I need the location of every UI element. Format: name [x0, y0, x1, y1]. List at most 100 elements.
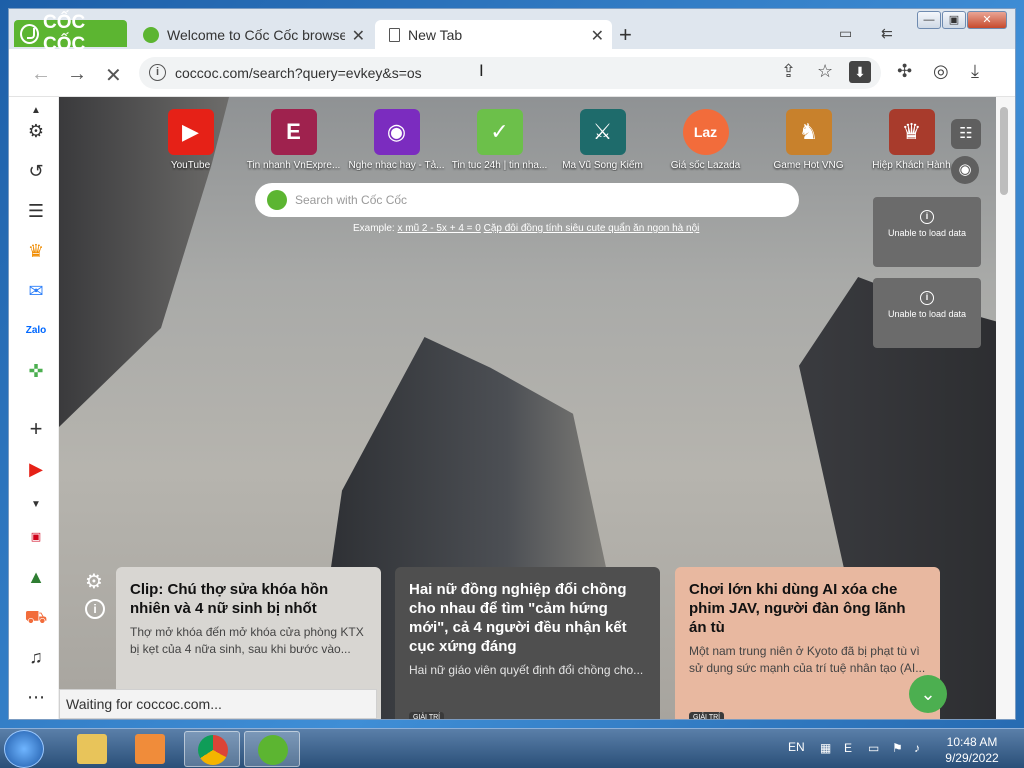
back-button[interactable]: ← — [31, 63, 51, 86]
tray-evkey-icon[interactable]: E — [844, 741, 858, 755]
sidebar: ▲ ⚙ ↺ ☰ ♛ ✉ Zalo ✜ + ▶ ▼ ▣ ▲ ⛟ ♫ ⋯ — [9, 97, 59, 719]
tray-volume-icon[interactable]: ♪ — [914, 741, 928, 755]
tab-welcome[interactable]: Welcome to Cốc Cốc browse ✕ — [133, 20, 373, 49]
taskbar-explorer[interactable] — [64, 731, 120, 767]
customize-sliders-icon[interactable]: ☷ — [951, 119, 981, 149]
account-icon[interactable]: ◉ — [951, 156, 979, 184]
quick-link-ma-vu[interactable]: ⚔ Ma Vũ Song Kiếm — [551, 109, 654, 171]
news-title[interactable]: Hai nữ đồng nghiệp đổi chồng cho nhau để… — [409, 580, 646, 656]
system-clock[interactable]: 10:48 AM 9/29/2022 — [940, 734, 1004, 766]
extensions-icon[interactable]: ✣ — [897, 61, 912, 82]
news-card[interactable]: Chơi lớn khi dùng AI xóa che phim JAV, n… — [675, 567, 940, 719]
news-description: Hai nữ giáo viên quyết định đổi chồng ch… — [409, 663, 644, 677]
taskbar-media-player[interactable] — [122, 731, 178, 767]
widget-unavailable: i Unable to load data — [873, 197, 981, 267]
clock-time: 10:48 AM — [946, 735, 998, 749]
taskbar-chrome[interactable] — [184, 731, 240, 767]
search-examples: Example: x mũ 2 - 5x + 4 = 0 Cặp đôi đồn… — [353, 223, 699, 234]
share-icon[interactable]: ⇪ — [781, 61, 796, 82]
text-cursor-icon: I — [479, 61, 484, 80]
tab-title: Welcome to Cốc Cốc browse — [167, 26, 345, 43]
site-info-icon[interactable]: i — [149, 64, 166, 81]
news-settings-gear-icon[interactable]: ⚙ — [85, 569, 103, 594]
quick-link-music[interactable]: ◉ Nghe nhạc hay - Tả... — [345, 109, 448, 171]
youtube-icon[interactable]: ▶ — [24, 457, 48, 481]
taskbar-coccoc[interactable] — [244, 731, 300, 767]
sidebar-toggle-icon[interactable]: ⇇ — [881, 25, 893, 42]
history-icon[interactable]: ↺ — [24, 159, 48, 183]
quick-link-youtube[interactable]: ▶ YouTube — [139, 109, 242, 171]
chevron-down-icon[interactable]: ▼ — [24, 493, 48, 517]
quick-links: ▶ YouTube E Tin nhanh VnExpre... ◉ Nghe nhạ… — [139, 109, 963, 171]
cast-icon[interactable]: ▭ — [839, 25, 852, 42]
tray-display-icon[interactable]: ▭ — [868, 741, 882, 755]
language-indicator[interactable]: EN — [788, 740, 805, 754]
game-sword-icon: ⚔ — [579, 109, 626, 155]
address-text[interactable]: coccoc.com/search?query=evkey&s=os — [175, 65, 422, 81]
tab-close-icon[interactable]: ✕ — [591, 26, 604, 46]
downloads-icon[interactable]: ⤓ — [971, 61, 979, 82]
chrome-icon — [198, 735, 228, 765]
category-chip: GIẢI TRÍ — [689, 712, 725, 719]
vnexpress-icon: E — [270, 109, 317, 155]
page-icon — [389, 27, 400, 42]
zalo-icon[interactable]: Zalo — [24, 319, 48, 343]
shopee-icon[interactable]: ▣ — [24, 525, 48, 549]
address-bar[interactable]: i coccoc.com/search?query=evkey&s=os I — [139, 57, 881, 89]
more-icon[interactable]: ⋯ — [24, 685, 48, 709]
example-link[interactable]: x mũ 2 - 5x + 4 = 0 — [397, 223, 480, 234]
new-tab-page: ▶ YouTube E Tin nhanh VnExpre... ◉ Nghe nhạ… — [59, 97, 996, 719]
example-link[interactable]: Cặp đôi đồng tính siêu cute quẩn ăn ngon… — [484, 223, 700, 234]
add-shortcut-icon[interactable]: + — [24, 417, 48, 441]
crown-icon[interactable]: ♛ — [24, 239, 48, 263]
gamepad-icon[interactable]: ✜ — [24, 359, 48, 383]
news-info-icon[interactable]: i — [85, 599, 105, 619]
quick-link-hiep-khach[interactable]: ♛ Hiệp Khách Hành — [860, 109, 963, 171]
tray-flag-icon[interactable]: ⚑ — [892, 741, 906, 755]
quick-link-vng[interactable]: ♞ Game Hot VNG — [757, 109, 860, 171]
status-bubble: Waiting for coccoc.com... — [59, 689, 377, 719]
coccoc-icon — [258, 735, 288, 765]
stop-loading-button[interactable]: ✕ — [105, 63, 122, 88]
widget-message: Unable to load data — [887, 309, 967, 319]
widget-unavailable: i Unable to load data — [873, 278, 981, 348]
tin-tuc-icon: ✓ — [476, 109, 523, 155]
news-title[interactable]: Chơi lớn khi dùng AI xóa che phim JAV, n… — [689, 580, 926, 637]
tray-network-icon[interactable]: ▦ — [820, 741, 834, 755]
bookmark-star-icon[interactable]: ☆ — [817, 61, 833, 82]
new-tab-button[interactable]: + — [619, 22, 632, 48]
tab-new-tab[interactable]: New Tab ✕ — [375, 20, 612, 49]
tab-close-icon[interactable]: ✕ — [352, 26, 365, 46]
quick-link-label: Hiệp Khách Hành — [872, 160, 951, 171]
quick-link-vnexpress[interactable]: E Tin nhanh VnExpre... — [242, 109, 345, 171]
education-cap-icon[interactable]: ▲ — [24, 565, 48, 589]
minimize-button[interactable]: — — [917, 11, 941, 29]
quick-link-label: YouTube — [170, 160, 211, 171]
news-title[interactable]: Clip: Chú thợ sửa khóa hồn nhiên và 4 nữ… — [130, 580, 367, 618]
close-window-button[interactable]: ✕ — [967, 11, 1007, 29]
forward-button[interactable]: → — [67, 63, 87, 86]
example-label: Example: — [353, 223, 395, 234]
profile-icon[interactable]: ◎ — [933, 61, 949, 82]
maximize-button[interactable]: ▣ — [942, 11, 966, 29]
settings-gear-icon[interactable]: ⚙ — [24, 119, 48, 143]
quick-link-tin-tuc[interactable]: ✓ Tin tuc 24h | tin nha... — [448, 109, 551, 171]
start-button[interactable] — [4, 730, 44, 768]
scrollbar-thumb[interactable] — [1000, 107, 1008, 195]
lazada-icon: Laz — [682, 109, 729, 155]
coccoc-logo[interactable]: CỐC CỐC — [14, 12, 127, 55]
quick-link-lazada[interactable]: Laz Giá sốc Lazada — [654, 109, 757, 171]
vertical-scrollbar[interactable] — [996, 97, 1015, 719]
quick-link-label: Nghe nhạc hay - Tả... — [348, 160, 445, 171]
reading-list-icon[interactable]: ☰ — [24, 199, 48, 223]
search-box[interactable]: Search with Cốc Cốc — [255, 183, 799, 217]
widget-message: Unable to load data — [887, 228, 967, 238]
messenger-icon[interactable]: ✉ — [24, 279, 48, 303]
download-arrow-icon[interactable]: ⬇ — [849, 61, 871, 83]
search-placeholder: Search with Cốc Cốc — [295, 193, 408, 207]
notification-bell-icon[interactable]: ♫ — [24, 645, 48, 669]
news-card[interactable]: Hai nữ đồng nghiệp đổi chồng cho nhau để… — [395, 567, 660, 719]
scroll-down-chevron-icon[interactable]: ⌄ — [909, 675, 947, 713]
taskbar: EN ▦ E ▭ ⚑ ♪ 10:48 AM 9/29/2022 — [0, 728, 1024, 768]
cart-icon[interactable]: ⛟ — [24, 605, 48, 629]
